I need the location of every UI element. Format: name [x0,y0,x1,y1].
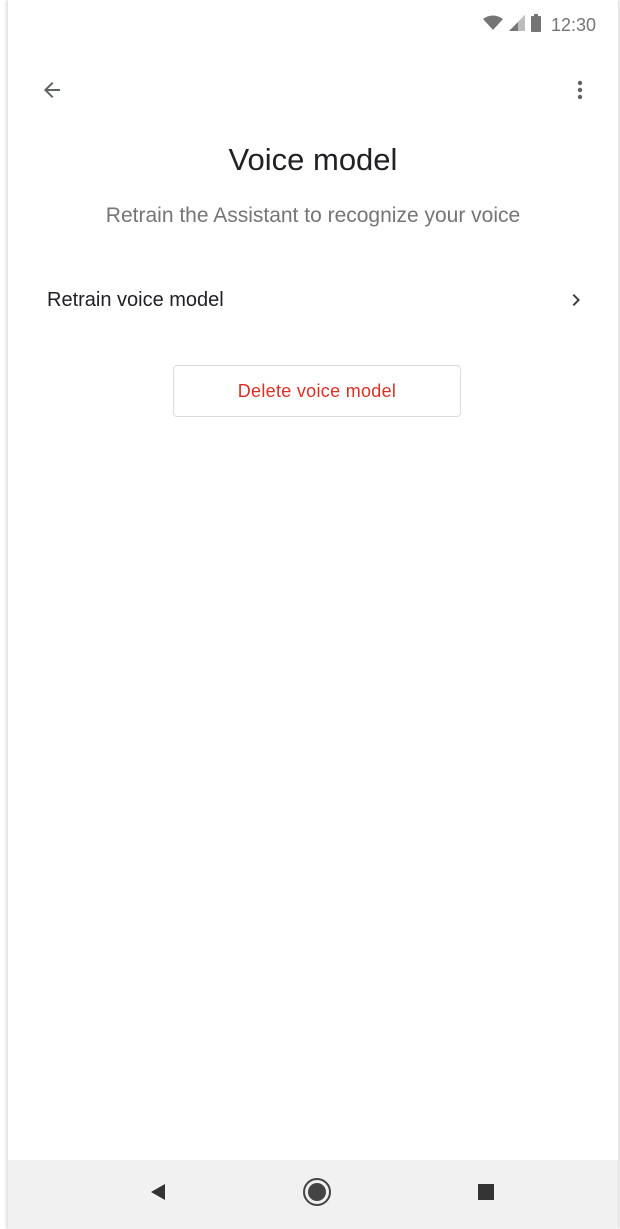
retrain-voice-model-row[interactable]: Retrain voice model [8,270,618,330]
chevron-right-icon [564,288,588,312]
nav-recents-button[interactable] [466,1174,506,1214]
system-nav-bar [8,1160,618,1229]
status-time: 12:30 [550,14,596,35]
retrain-voice-model-label: Retrain voice model [47,288,224,311]
home-circle-icon [302,1177,332,1212]
battery-icon [530,13,541,37]
page-title: Voice model [228,142,398,177]
back-button[interactable] [30,70,74,114]
more-options-button[interactable] [558,70,602,114]
arrow-back-icon [40,78,64,107]
status-bar: 12:30 [8,0,618,50]
more-vert-icon [568,78,592,107]
nav-back-button[interactable] [138,1174,178,1214]
nav-home-button[interactable] [297,1174,337,1214]
wifi-icon [482,15,503,36]
delete-voice-model-button[interactable]: Delete voice model [173,365,461,417]
app-bar [8,62,618,118]
recents-square-icon [477,1183,495,1206]
back-triangle-icon [149,1183,167,1206]
page-subtitle: Retrain the Assistant to recognize your … [105,204,521,227]
status-icons [482,13,541,37]
screen: 12:30 Voice model Retrain the Assistant … [8,0,618,1229]
cell-signal-icon [508,14,525,36]
